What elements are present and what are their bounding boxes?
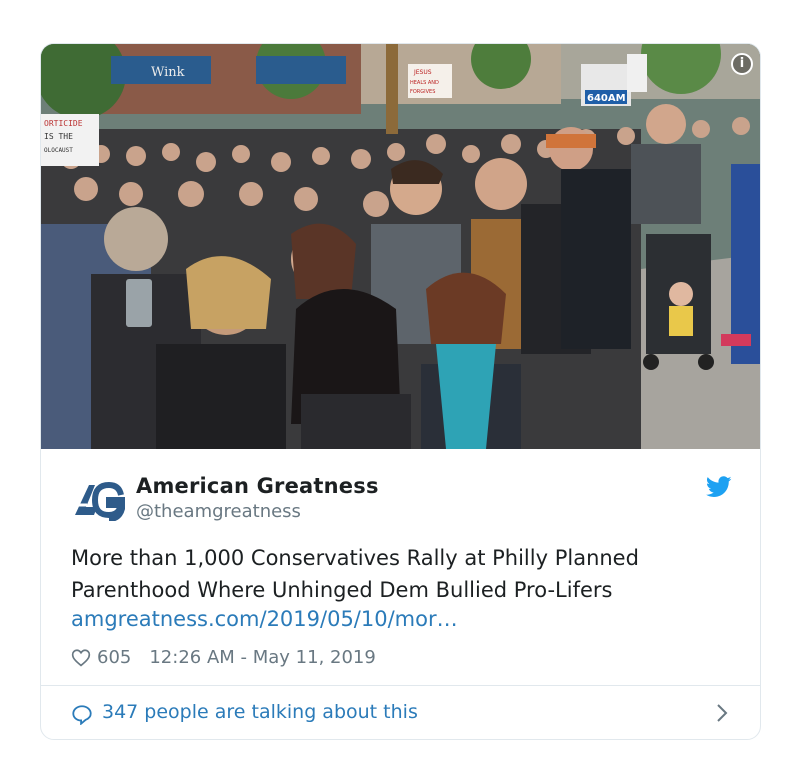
comment-bubble-icon (72, 705, 92, 725)
chevron-right-icon[interactable] (716, 703, 728, 723)
left-sign-line3: OLOCAUST (44, 147, 73, 154)
jesus-sign-line1: JESUS (413, 69, 432, 76)
twitter-bird-icon[interactable] (706, 476, 732, 498)
author-name[interactable]: American Greatness (136, 474, 379, 498)
rally-crowd-photo: Wink ORTICIDE IS THE OLOCAUST JESUS HEAL… (41, 44, 760, 449)
tweet-body: American Greatness @theamgreatness More … (41, 449, 760, 685)
jesus-sign-line3: FORGIVES (410, 89, 435, 95)
like-count[interactable]: 605 (97, 647, 131, 668)
tweet-link[interactable]: amgreatness.com/2019/05/10/mor… (71, 607, 458, 631)
tweet-card[interactable]: Wink ORTICIDE IS THE OLOCAUST JESUS HEAL… (40, 43, 761, 740)
jesus-sign-line2: HEALS AND (410, 80, 439, 86)
info-icon[interactable]: i (731, 53, 753, 75)
american-greatness-logo[interactable] (73, 481, 125, 521)
left-sign-line2: IS THE (44, 132, 73, 141)
tweet-photo[interactable]: Wink ORTICIDE IS THE OLOCAUST JESUS HEAL… (41, 44, 760, 449)
radio-sign-text: 640AM (587, 93, 626, 104)
left-sign-line1: ORTICIDE (44, 119, 83, 128)
tweet-meta: 605 12:26 AM - May 11, 2019 (71, 647, 376, 668)
author-handle[interactable]: @theamgreatness (136, 501, 301, 522)
conversation-footer[interactable]: 347 people are talking about this (41, 685, 760, 739)
talking-about-link[interactable]: 347 people are talking about this (102, 701, 418, 723)
heart-icon[interactable] (71, 648, 91, 667)
tweet-timestamp[interactable]: 12:26 AM - May 11, 2019 (149, 647, 375, 668)
tweet-text: More than 1,000 Conservatives Rally at P… (71, 546, 639, 602)
store-sign-text: Wink (151, 65, 185, 80)
